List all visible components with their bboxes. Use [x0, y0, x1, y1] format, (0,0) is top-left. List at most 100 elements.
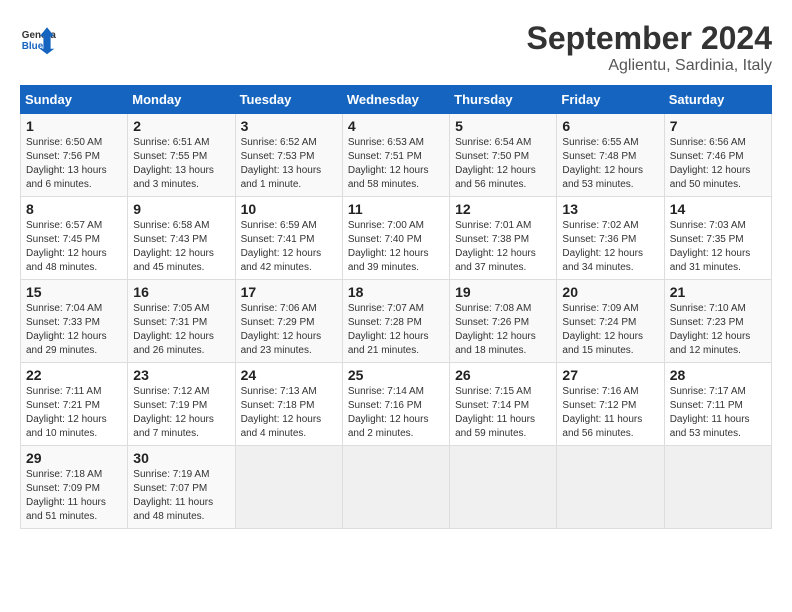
day-info: Sunrise: 7:16 AMSunset: 7:12 PMDaylight:… — [562, 385, 658, 441]
calendar-cell: 6 Sunrise: 6:55 AMSunset: 7:48 PMDaylight… — [557, 114, 664, 197]
day-number: 28 — [670, 367, 766, 383]
calendar-cell: 12 Sunrise: 7:01 AMSunset: 7:38 PMDayligh… — [450, 197, 557, 280]
day-number: 14 — [670, 201, 766, 217]
day-number: 20 — [562, 284, 658, 300]
day-info: Sunrise: 7:11 AMSunset: 7:21 PMDaylight:… — [26, 385, 122, 441]
day-info: Sunrise: 7:15 AMSunset: 7:14 PMDaylight:… — [455, 385, 551, 441]
calendar-week-3: 15 Sunrise: 7:04 AMSunset: 7:33 PMDayligh… — [21, 280, 772, 363]
calendar-cell — [557, 446, 664, 529]
calendar-week-2: 8 Sunrise: 6:57 AMSunset: 7:45 PMDaylight… — [21, 197, 772, 280]
calendar-cell: 9 Sunrise: 6:58 AMSunset: 7:43 PMDaylight… — [128, 197, 235, 280]
calendar-cell: 5Sunrise: 6:54 AMSunset: 7:50 PMDaylight… — [450, 114, 557, 197]
col-sunday: Sunday — [21, 86, 128, 114]
calendar-cell: 18Sunrise: 7:07 AMSunset: 7:28 PMDayligh… — [342, 280, 449, 363]
day-number: 12 — [455, 201, 551, 217]
calendar-cell — [664, 446, 771, 529]
calendar-cell: 7Sunrise: 6:56 AMSunset: 7:46 PMDaylight… — [664, 114, 771, 197]
col-saturday: Saturday — [664, 86, 771, 114]
calendar-cell — [235, 446, 342, 529]
calendar-cell: 26 Sunrise: 7:15 AMSunset: 7:14 PMDayligh… — [450, 363, 557, 446]
day-info: Sunrise: 7:14 AMSunset: 7:16 PMDaylight:… — [348, 385, 444, 441]
day-info: Sunrise: 6:54 AMSunset: 7:50 PMDaylight:… — [455, 136, 551, 192]
day-info: Sunrise: 7:03 AMSunset: 7:35 PMDaylight:… — [670, 219, 766, 275]
day-number: 9 — [133, 201, 229, 217]
day-info: Sunrise: 6:50 AMSunset: 7:56 PMDaylight:… — [26, 136, 122, 192]
day-info: Sunrise: 7:04 AMSunset: 7:33 PMDaylight:… — [26, 302, 122, 358]
col-thursday: Thursday — [450, 86, 557, 114]
day-number: 16 — [133, 284, 229, 300]
day-number: 23 — [133, 367, 229, 383]
calendar-cell: 23 Sunrise: 7:12 AMSunset: 7:19 PMDayligh… — [128, 363, 235, 446]
day-number: 13 — [562, 201, 658, 217]
calendar-cell — [450, 446, 557, 529]
calendar-cell: 13 Sunrise: 7:02 AMSunset: 7:36 PMDayligh… — [557, 197, 664, 280]
day-number: 29 — [26, 450, 122, 466]
calendar-cell: 16 Sunrise: 7:05 AMSunset: 7:31 PMDayligh… — [128, 280, 235, 363]
col-friday: Friday — [557, 86, 664, 114]
day-info: Sunrise: 7:01 AMSunset: 7:38 PMDaylight:… — [455, 219, 551, 275]
calendar-cell: 8 Sunrise: 6:57 AMSunset: 7:45 PMDaylight… — [21, 197, 128, 280]
logo: General Blue — [20, 20, 56, 56]
title-section: September 2024 Aglientu, Sardinia, Italy — [527, 20, 772, 75]
day-info: Sunrise: 7:08 AMSunset: 7:26 PMDaylight:… — [455, 302, 551, 358]
day-info: Sunrise: 7:06 AMSunset: 7:29 PMDaylight:… — [241, 302, 337, 358]
page-header: General Blue September 2024 Aglientu, Sa… — [20, 20, 772, 75]
day-number: 6 — [562, 118, 658, 134]
day-info: Sunrise: 6:57 AMSunset: 7:45 PMDaylight:… — [26, 219, 122, 275]
day-number: 26 — [455, 367, 551, 383]
col-monday: Monday — [128, 86, 235, 114]
calendar-cell: 4 Sunrise: 6:53 AMSunset: 7:51 PMDaylight… — [342, 114, 449, 197]
day-info: Sunrise: 7:18 AMSunset: 7:09 PMDaylight:… — [26, 468, 122, 524]
calendar-cell: 24Sunrise: 7:13 AMSunset: 7:18 PMDayligh… — [235, 363, 342, 446]
day-number: 10 — [241, 201, 337, 217]
day-info: Sunrise: 7:12 AMSunset: 7:19 PMDaylight:… — [133, 385, 229, 441]
col-tuesday: Tuesday — [235, 86, 342, 114]
day-info: Sunrise: 7:09 AMSunset: 7:24 PMDaylight:… — [562, 302, 658, 358]
day-info: Sunrise: 6:53 AMSunset: 7:51 PMDaylight:… — [348, 136, 444, 192]
day-info: Sunrise: 7:02 AMSunset: 7:36 PMDaylight:… — [562, 219, 658, 275]
day-info: Sunrise: 7:05 AMSunset: 7:31 PMDaylight:… — [133, 302, 229, 358]
day-number: 8 — [26, 201, 122, 217]
calendar-cell: 21Sunrise: 7:10 AMSunset: 7:23 PMDayligh… — [664, 280, 771, 363]
calendar-cell: 27Sunrise: 7:16 AMSunset: 7:12 PMDayligh… — [557, 363, 664, 446]
calendar-cell: 14 Sunrise: 7:03 AMSunset: 7:35 PMDayligh… — [664, 197, 771, 280]
calendar-cell: 17 Sunrise: 7:06 AMSunset: 7:29 PMDayligh… — [235, 280, 342, 363]
day-info: Sunrise: 6:55 AMSunset: 7:48 PMDaylight:… — [562, 136, 658, 192]
day-info: Sunrise: 7:17 AMSunset: 7:11 PMDaylight:… — [670, 385, 766, 441]
day-info: Sunrise: 7:13 AMSunset: 7:18 PMDaylight:… — [241, 385, 337, 441]
day-info: Sunrise: 6:52 AMSunset: 7:53 PMDaylight:… — [241, 136, 337, 192]
calendar-table: Sunday Monday Tuesday Wednesday Thursday… — [20, 85, 772, 529]
calendar-cell: 30 Sunrise: 7:19 AMSunset: 7:07 PMDayligh… — [128, 446, 235, 529]
day-number: 15 — [26, 284, 122, 300]
location-title: Aglientu, Sardinia, Italy — [527, 57, 772, 75]
day-number: 22 — [26, 367, 122, 383]
day-number: 11 — [348, 201, 444, 217]
col-wednesday: Wednesday — [342, 86, 449, 114]
calendar-week-1: 1Sunrise: 6:50 AMSunset: 7:56 PMDaylight… — [21, 114, 772, 197]
day-number: 25 — [348, 367, 444, 383]
day-number: 3 — [241, 118, 337, 134]
calendar-week-4: 22 Sunrise: 7:11 AMSunset: 7:21 PMDayligh… — [21, 363, 772, 446]
calendar-cell: 11Sunrise: 7:00 AMSunset: 7:40 PMDayligh… — [342, 197, 449, 280]
day-info: Sunrise: 6:51 AMSunset: 7:55 PMDaylight:… — [133, 136, 229, 192]
day-number: 18 — [348, 284, 444, 300]
day-info: Sunrise: 7:19 AMSunset: 7:07 PMDaylight:… — [133, 468, 229, 524]
calendar-cell — [342, 446, 449, 529]
day-number: 7 — [670, 118, 766, 134]
logo-icon: General Blue — [20, 20, 56, 56]
calendar-cell: 15 Sunrise: 7:04 AMSunset: 7:33 PMDayligh… — [21, 280, 128, 363]
day-number: 4 — [348, 118, 444, 134]
day-info: Sunrise: 6:58 AMSunset: 7:43 PMDaylight:… — [133, 219, 229, 275]
calendar-header-row: Sunday Monday Tuesday Wednesday Thursday… — [21, 86, 772, 114]
day-info: Sunrise: 7:10 AMSunset: 7:23 PMDaylight:… — [670, 302, 766, 358]
calendar-cell: 19 Sunrise: 7:08 AMSunset: 7:26 PMDayligh… — [450, 280, 557, 363]
calendar-cell: 2 Sunrise: 6:51 AMSunset: 7:55 PMDaylight… — [128, 114, 235, 197]
day-number: 17 — [241, 284, 337, 300]
calendar-cell: 25 Sunrise: 7:14 AMSunset: 7:16 PMDayligh… — [342, 363, 449, 446]
day-number: 30 — [133, 450, 229, 466]
calendar-cell: 10Sunrise: 6:59 AMSunset: 7:41 PMDayligh… — [235, 197, 342, 280]
calendar-cell: 22 Sunrise: 7:11 AMSunset: 7:21 PMDayligh… — [21, 363, 128, 446]
day-number: 2 — [133, 118, 229, 134]
calendar-week-5: 29 Sunrise: 7:18 AMSunset: 7:09 PMDayligh… — [21, 446, 772, 529]
day-number: 19 — [455, 284, 551, 300]
